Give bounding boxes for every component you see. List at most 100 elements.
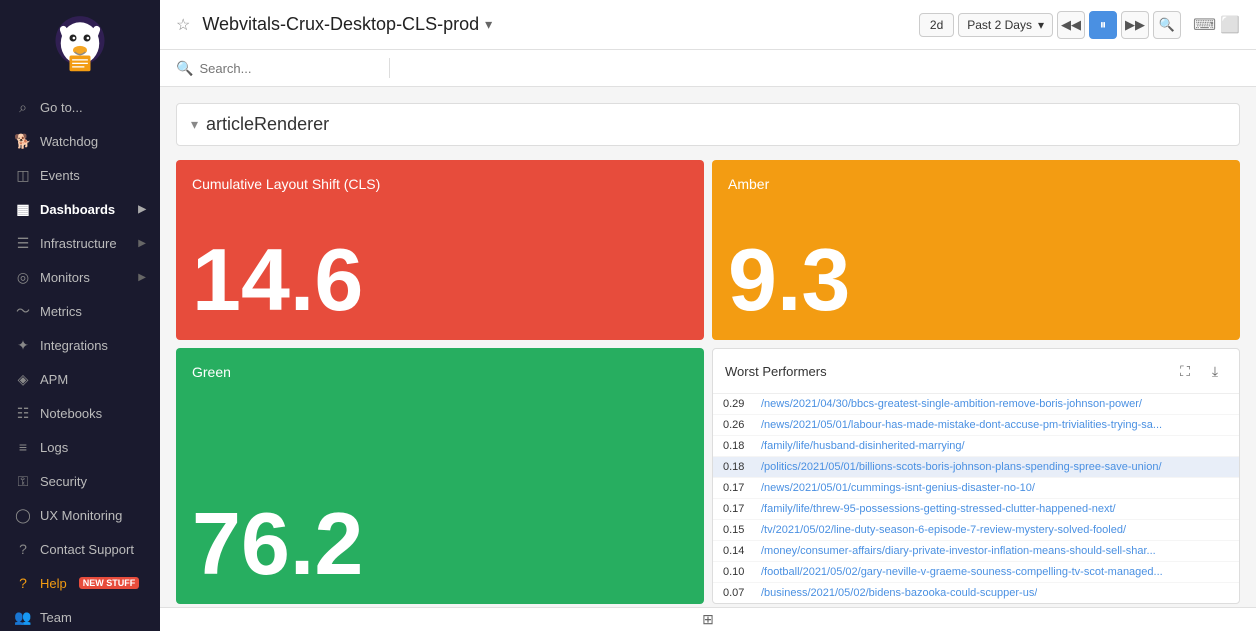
sidebar-item-label-integrations: Integrations bbox=[40, 338, 108, 353]
wp-url[interactable]: /football/2021/05/02/gary-neville-v-grae… bbox=[761, 566, 1163, 578]
wp-score: 0.26 bbox=[723, 419, 753, 431]
green-card-value: 76.2 bbox=[192, 500, 688, 588]
sidebar-item-apm[interactable]: ◈ APM bbox=[0, 362, 160, 396]
sidebar-item-goto[interactable]: ⌕ Go to... bbox=[0, 90, 160, 124]
wp-score: 0.17 bbox=[723, 482, 753, 494]
wp-score: 0.10 bbox=[723, 566, 753, 578]
sidebar-item-events[interactable]: ◫ Events bbox=[0, 158, 160, 192]
star-icon[interactable]: ☆ bbox=[176, 15, 190, 35]
amber-card-value: 9.3 bbox=[728, 236, 1224, 324]
table-view-icon[interactable]: ⊞ bbox=[702, 611, 714, 628]
wp-url[interactable]: /business/2021/05/02/bidens-bazooka-coul… bbox=[761, 587, 1037, 599]
sidebar-item-label-apm: APM bbox=[40, 372, 68, 387]
search-magnifier-icon: 🔍 bbox=[176, 60, 193, 77]
wp-url[interactable]: /tv/2021/05/02/line-duty-season-6-episod… bbox=[761, 524, 1126, 536]
notebooks-icon: ☷ bbox=[14, 404, 32, 422]
worst-performers-title: Worst Performers bbox=[725, 364, 827, 379]
worst-performer-row: 0.14/money/consumer-affairs/diary-privat… bbox=[713, 541, 1239, 562]
watchdog-icon: 🐕 bbox=[14, 132, 32, 150]
sidebar-item-label-events: Events bbox=[40, 168, 80, 183]
nav-prev-button[interactable]: ◀◀ bbox=[1057, 11, 1085, 39]
sidebar-item-contact-support[interactable]: ? Contact Support bbox=[0, 532, 160, 566]
expand-icon[interactable]: ⛶ bbox=[1173, 359, 1197, 383]
security-icon: ⚿ bbox=[14, 472, 32, 490]
sidebar-item-ux-monitoring[interactable]: ◯ UX Monitoring bbox=[0, 498, 160, 532]
sidebar-item-label-ux-monitoring: UX Monitoring bbox=[40, 508, 122, 523]
nav-play-pause-button[interactable]: ⏸ bbox=[1089, 11, 1117, 39]
infrastructure-icon: ☰ bbox=[14, 234, 32, 252]
sidebar-item-label-infrastructure: Infrastructure bbox=[40, 236, 117, 251]
bottom-bar: ⊞ bbox=[160, 607, 1256, 631]
worst-performer-row: 0.07/business/2021/05/02/bidens-bazooka-… bbox=[713, 583, 1239, 603]
logs-icon: ≡ bbox=[14, 438, 32, 456]
wp-score: 0.18 bbox=[723, 440, 753, 452]
sidebar-item-label-goto: Go to... bbox=[40, 100, 83, 115]
page-title-area: Webvitals-Crux-Desktop-CLS-prod ▾ bbox=[202, 14, 492, 35]
nav-next-button[interactable]: ▶▶ bbox=[1121, 11, 1149, 39]
sidebar-item-metrics[interactable]: 〜 Metrics bbox=[0, 294, 160, 328]
time-range-label: Past 2 Days bbox=[967, 18, 1032, 32]
goto-icon: ⌕ bbox=[14, 98, 32, 116]
worst-performers-list: 0.29/news/2021/04/30/bbcs-greatest-singl… bbox=[713, 394, 1239, 603]
section-collapse-icon[interactable]: ▾ bbox=[191, 116, 198, 133]
sidebar-item-label-metrics: Metrics bbox=[40, 304, 82, 319]
dashboard-content: ▾ articleRenderer Cumulative Layout Shif… bbox=[160, 87, 1256, 607]
worst-performer-row: 0.15/tv/2021/05/02/line-duty-season-6-ep… bbox=[713, 520, 1239, 541]
wp-score: 0.18 bbox=[723, 461, 753, 473]
search-input[interactable] bbox=[199, 61, 379, 76]
cls-card-label: Cumulative Layout Shift (CLS) bbox=[192, 176, 688, 192]
wp-score: 0.14 bbox=[723, 545, 753, 557]
topbar: ☆ Webvitals-Crux-Desktop-CLS-prod ▾ 2d P… bbox=[160, 0, 1256, 50]
amber-metric-card: Amber 9.3 bbox=[712, 160, 1240, 340]
worst-performer-row: 0.18/politics/2021/05/01/billions-scots-… bbox=[713, 457, 1239, 478]
wp-url[interactable]: /family/life/threw-95-possessions-gettin… bbox=[761, 503, 1116, 515]
sidebar-item-notebooks[interactable]: ☷ Notebooks bbox=[0, 396, 160, 430]
time-range-chevron-icon: ▾ bbox=[1038, 18, 1044, 32]
amber-card-label: Amber bbox=[728, 176, 1224, 192]
search-divider bbox=[389, 58, 390, 78]
time-range-selector[interactable]: Past 2 Days ▾ bbox=[958, 13, 1053, 37]
worst-performer-row: 0.26/news/2021/05/01/labour-has-made-mis… bbox=[713, 415, 1239, 436]
sidebar-item-dashboards[interactable]: ▦ Dashboards ▶ bbox=[0, 192, 160, 226]
title-chevron-icon[interactable]: ▾ bbox=[485, 16, 492, 33]
team-icon: 👥 bbox=[14, 608, 32, 626]
time-2d-button[interactable]: 2d bbox=[919, 13, 954, 37]
wp-url[interactable]: /news/2021/05/01/labour-has-made-mistake… bbox=[761, 419, 1162, 431]
wp-url[interactable]: /money/consumer-affairs/diary-private-in… bbox=[761, 545, 1156, 557]
metrics-icon: 〜 bbox=[14, 302, 32, 320]
sidebar-item-label-notebooks: Notebooks bbox=[40, 406, 102, 421]
help-new-badge: NEW STUFF bbox=[79, 577, 140, 589]
sidebar-item-help[interactable]: ? Help NEW STUFF bbox=[0, 566, 160, 600]
sidebar-item-integrations[interactable]: ✦ Integrations bbox=[0, 328, 160, 362]
cls-metric-card: Cumulative Layout Shift (CLS) 14.6 bbox=[176, 160, 704, 340]
wp-url[interactable]: /news/2021/04/30/bbcs-greatest-single-am… bbox=[761, 398, 1142, 410]
wp-url[interactable]: /news/2021/05/01/cummings-isnt-genius-di… bbox=[761, 482, 1035, 494]
sidebar-item-label-contact-support: Contact Support bbox=[40, 542, 134, 557]
screen-icon[interactable]: ⬜ bbox=[1220, 15, 1240, 35]
sidebar-item-logs[interactable]: ≡ Logs bbox=[0, 430, 160, 464]
search-toggle-button[interactable]: 🔍 bbox=[1153, 11, 1181, 39]
sidebar-item-label-dashboards: Dashboards bbox=[40, 202, 115, 217]
worst-performer-row: 0.18/family/life/husband-disinherited-ma… bbox=[713, 436, 1239, 457]
contact-support-icon: ? bbox=[14, 540, 32, 558]
worst-performers-header: Worst Performers ⛶ ⤓ bbox=[713, 349, 1239, 394]
logo-area bbox=[0, 0, 160, 90]
green-card-label: Green bbox=[192, 364, 688, 380]
page-title: Webvitals-Crux-Desktop-CLS-prod bbox=[202, 14, 479, 35]
sidebar-item-label-help: Help bbox=[40, 576, 67, 591]
events-icon: ◫ bbox=[14, 166, 32, 184]
dashboard-grid: Cumulative Layout Shift (CLS) 14.6 Amber… bbox=[176, 160, 1240, 604]
sidebar-item-label-monitors: Monitors bbox=[40, 270, 90, 285]
sidebar-item-team[interactable]: 👥 Team bbox=[0, 600, 160, 631]
wp-url[interactable]: /family/life/husband-disinherited-marryi… bbox=[761, 440, 965, 452]
green-metric-card: Green 76.2 bbox=[176, 348, 704, 604]
keyboard-icon[interactable]: ⌨ bbox=[1193, 15, 1216, 35]
sidebar-item-infrastructure[interactable]: ☰ Infrastructure ▶ bbox=[0, 226, 160, 260]
sidebar-item-watchdog[interactable]: 🐕 Watchdog bbox=[0, 124, 160, 158]
section-header: ▾ articleRenderer bbox=[176, 103, 1240, 146]
wp-url[interactable]: /politics/2021/05/01/billions-scots-bori… bbox=[761, 461, 1162, 473]
sidebar-item-security[interactable]: ⚿ Security bbox=[0, 464, 160, 498]
sidebar-item-monitors[interactable]: ◎ Monitors ▶ bbox=[0, 260, 160, 294]
download-icon[interactable]: ⤓ bbox=[1203, 359, 1227, 383]
sidebar-item-label-watchdog: Watchdog bbox=[40, 134, 98, 149]
